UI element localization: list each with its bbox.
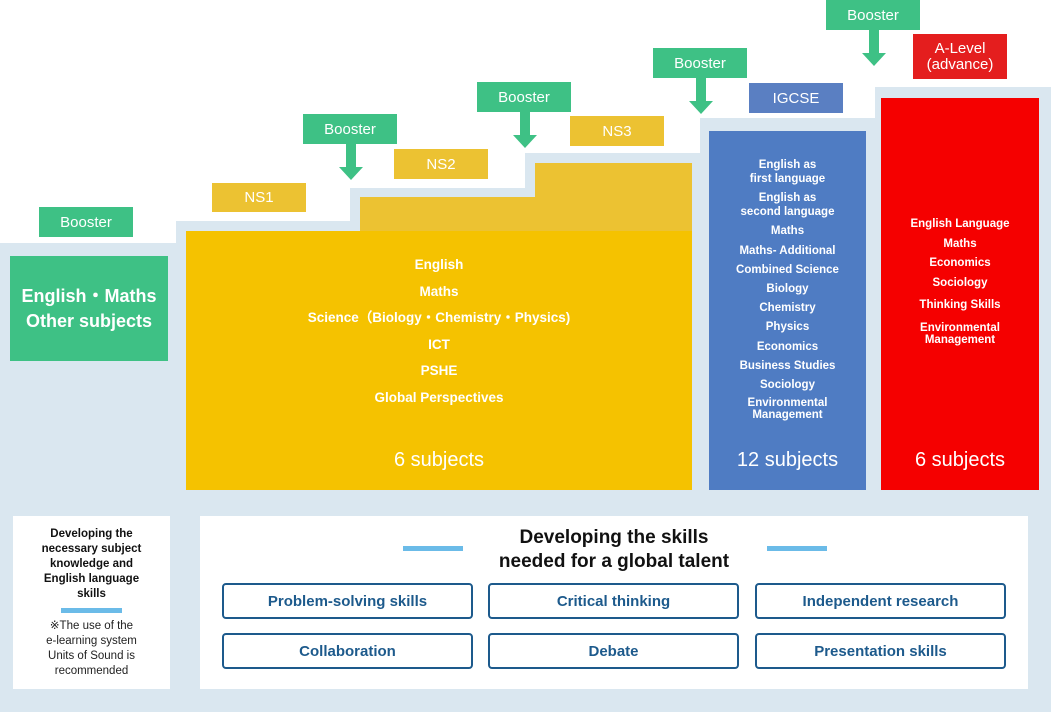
- booster-label-igcse: Booster: [653, 48, 747, 78]
- pre-stage-line2: Other subjects: [25, 310, 153, 331]
- pre-stage-line1: English・Maths: [21, 285, 157, 306]
- igcse-subject: Chemistry: [759, 302, 816, 315]
- alevel-label: A-Level (advance): [913, 34, 1007, 79]
- ns-subject: ICT: [428, 336, 450, 352]
- ns-subject-block: English Maths Science（Biology・Chemistry・…: [186, 231, 692, 490]
- ns2-label: NS2: [394, 149, 488, 179]
- alevel-subject: Economics: [929, 257, 991, 269]
- igcse-subject: Business Studies: [739, 359, 836, 372]
- alevel-subject: Environmental Management: [920, 321, 1000, 346]
- arrow-down-icon: [696, 78, 706, 102]
- igcse-subject: Environmental Management: [747, 397, 828, 422]
- igcse-subject: English as first language: [749, 159, 826, 185]
- ns-subject: Science（Biology・Chemistry・Physics): [307, 310, 571, 325]
- igcse-subject-count: 12 subjects: [736, 449, 839, 471]
- alevel-subject-list: English Language Maths Economics Sociolo…: [881, 218, 1039, 352]
- pre-stage-block: English・Maths Other subjects: [10, 256, 168, 361]
- booster-label-pre: Booster: [39, 207, 133, 237]
- alevel-subject: Maths: [943, 237, 977, 250]
- left-note-title: Developing the necessary subject knowled…: [41, 528, 142, 600]
- igcse-subject-block: English as first language English as secon…: [709, 131, 866, 490]
- alevel-subject: Thinking Skills: [919, 298, 1001, 311]
- alevel-subject: Sociology: [932, 276, 988, 289]
- igcse-subject: Maths- Additional: [739, 244, 836, 257]
- divider-rule: [61, 608, 122, 613]
- arrow-down-icon-head: [339, 167, 363, 180]
- igcse-subject: English as second language: [740, 192, 835, 219]
- arrow-down-icon: [869, 30, 879, 54]
- igcse-subject: Physics: [765, 321, 810, 334]
- ns-subject: English: [414, 257, 464, 272]
- booster-label-ns3: Booster: [477, 82, 571, 112]
- ns1-label: NS1: [212, 183, 306, 212]
- ns3-label: NS3: [570, 116, 664, 146]
- igcse-label: IGCSE: [749, 83, 843, 113]
- skills-panel-title: Developing the skills needed for a globa…: [498, 527, 730, 572]
- igcse-subject: Biology: [766, 282, 809, 295]
- ns-step-ns3: [535, 163, 692, 203]
- skill-presentation: Presentation skills: [755, 633, 1006, 669]
- ns-subject: Maths: [419, 283, 459, 299]
- igcse-subject: Sociology: [760, 378, 815, 391]
- arrow-down-icon-head: [862, 53, 886, 66]
- booster-label-ns2: Booster: [303, 114, 397, 144]
- ns-subject: Global Perspectives: [374, 389, 504, 405]
- alevel-label-line2: (advance): [926, 55, 994, 73]
- arrow-down-icon-head: [513, 135, 537, 148]
- alevel-subject: English Language: [910, 218, 1010, 230]
- skill-problem-solving: Problem-solving skills: [222, 583, 473, 619]
- arrow-down-icon-head: [689, 101, 713, 114]
- skill-collaboration: Collaboration: [222, 633, 473, 669]
- alevel-subject-count: 6 subjects: [914, 449, 1006, 471]
- skill-debate: Debate: [488, 633, 739, 669]
- arrow-down-icon: [520, 112, 530, 136]
- left-note-panel: Developing the necessary subject knowled…: [13, 516, 170, 689]
- arrow-down-icon: [346, 144, 356, 168]
- skills-panel: Developing the skills needed for a globa…: [200, 516, 1028, 689]
- ns-subject-list: English Maths Science（Biology・Chemistry・…: [186, 252, 692, 411]
- igcse-subject-list: English as first language English as secon…: [709, 158, 866, 426]
- igcse-subject: Economics: [756, 340, 819, 353]
- ns-subject-count: 6 subjects: [393, 449, 485, 471]
- left-note-text: ※The use of the e-learning system Units …: [46, 620, 137, 677]
- skill-critical-thinking: Critical thinking: [488, 583, 739, 619]
- ns-subject: PSHE: [420, 363, 458, 378]
- igcse-subject: Maths: [770, 225, 805, 238]
- booster-label-alevel: Booster: [826, 0, 920, 30]
- igcse-subject: Combined Science: [736, 263, 839, 276]
- alevel-label-line1: A-Level: [934, 39, 986, 57]
- alevel-subject-block: English Language Maths Economics Sociolo…: [881, 98, 1039, 490]
- skill-independent-research: Independent research: [755, 583, 1006, 619]
